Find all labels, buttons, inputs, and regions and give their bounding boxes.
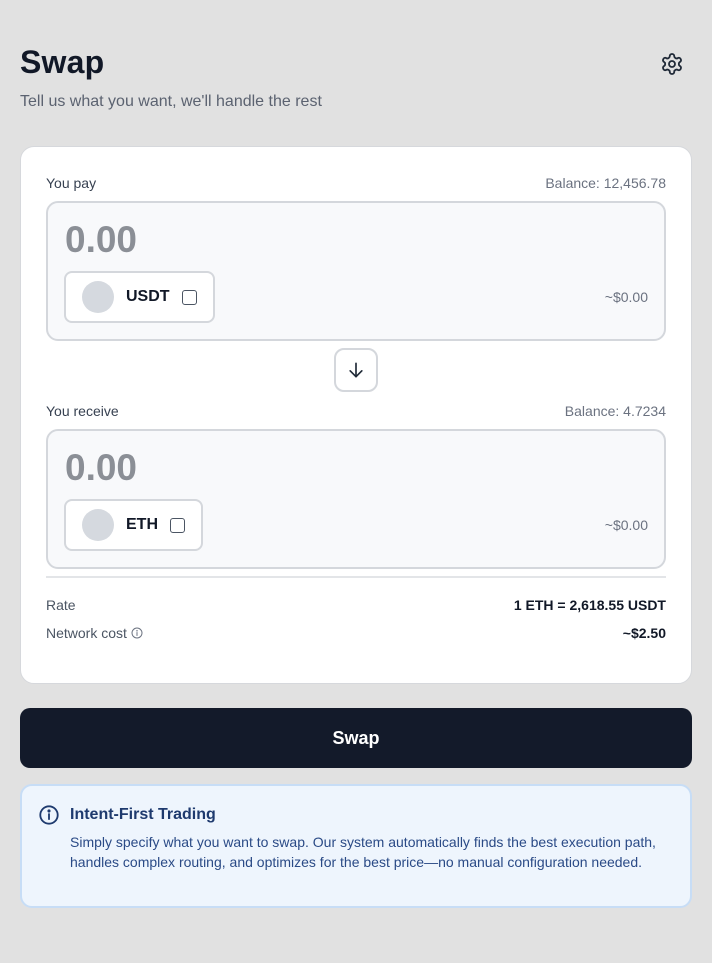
info-text: Simply specify what you want to swap. Ou… (70, 834, 656, 870)
info-icon[interactable] (131, 627, 143, 639)
pay-label: You pay (46, 175, 97, 191)
info-banner: Intent-First Trading Simply specify what… (20, 784, 692, 908)
receive-token-box: ETH ~$0.00 (46, 429, 666, 569)
receive-amount-input[interactable] (65, 445, 465, 491)
pay-token-selector[interactable]: USDT (64, 271, 215, 323)
rate-label: Rate (46, 597, 76, 613)
swap-card: You pay Balance: 12,456.78 USDT ~$0.00 Y… (20, 146, 692, 684)
network-cost-label: Network cost (46, 625, 127, 641)
token-avatar (82, 509, 114, 541)
page-header: Swap Tell us what you want, we'll handle… (20, 44, 692, 114)
info-circle-icon (39, 805, 59, 825)
receive-usd-value: ~$0.00 (604, 517, 648, 533)
flip-tokens-button[interactable] (334, 348, 378, 392)
pay-balance: Balance: 12,456.78 (545, 175, 666, 191)
swap-page: Swap Tell us what you want, we'll handle… (0, 0, 712, 963)
arrow-down-icon (349, 362, 363, 378)
square-icon (181, 289, 197, 305)
pay-amount-input[interactable] (65, 217, 465, 263)
pay-usd-value: ~$0.00 (604, 289, 648, 305)
network-cost-value: ~$2.50 (622, 625, 666, 641)
swap-button[interactable]: Swap (20, 708, 692, 768)
gear-icon (662, 53, 682, 75)
square-icon (170, 517, 185, 533)
receive-balance: Balance: 4.7234 (564, 403, 666, 419)
page-subtitle: Tell us what you want, we'll handle the … (20, 93, 322, 110)
receive-token-symbol: ETH (126, 516, 158, 533)
pay-token-symbol: USDT (126, 288, 170, 305)
divider (46, 576, 666, 578)
info-title: Intent-First Trading (70, 806, 216, 823)
page-title: Swap (20, 44, 105, 80)
receive-label: You receive (46, 403, 119, 419)
rate-value: 1 ETH = 2,618.55 USDT (513, 597, 666, 613)
settings-button[interactable] (656, 48, 688, 80)
token-avatar (82, 281, 114, 313)
network-cost-row-label: Network cost (46, 625, 143, 641)
pay-token-box: USDT ~$0.00 (46, 201, 666, 341)
receive-token-selector[interactable]: ETH (64, 499, 203, 551)
